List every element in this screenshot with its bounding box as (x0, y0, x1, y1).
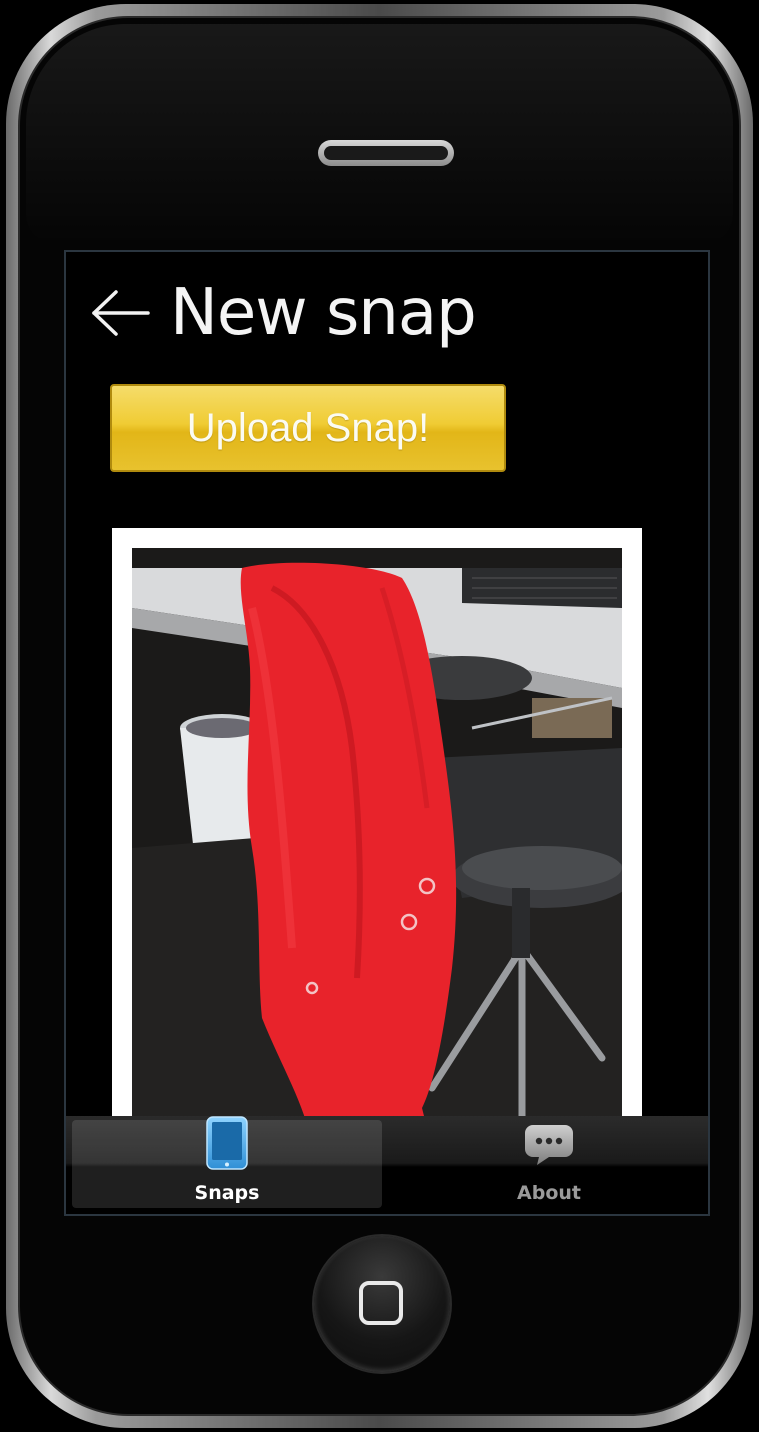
upload-snap-button[interactable]: Upload Snap! (110, 384, 506, 472)
tablet-icon (205, 1115, 249, 1176)
tab-about-label: About (517, 1182, 581, 1204)
phone-screen: New snap Upload Snap! Snaps About (64, 250, 710, 1216)
home-square-icon (359, 1281, 403, 1325)
back-arrow-icon[interactable] (90, 288, 152, 338)
tab-bar: Snaps About (66, 1116, 708, 1214)
speech-bubble-icon (523, 1121, 575, 1172)
earpiece-speaker (318, 140, 454, 166)
header: New snap (90, 276, 477, 350)
photo-frame (112, 528, 642, 1148)
tab-about[interactable]: About (394, 1120, 704, 1208)
page-title: New snap (170, 276, 477, 350)
snap-photo (132, 548, 622, 1148)
tab-snaps-label: Snaps (194, 1182, 260, 1204)
tab-snaps[interactable]: Snaps (72, 1116, 382, 1208)
home-button[interactable] (314, 1236, 450, 1372)
